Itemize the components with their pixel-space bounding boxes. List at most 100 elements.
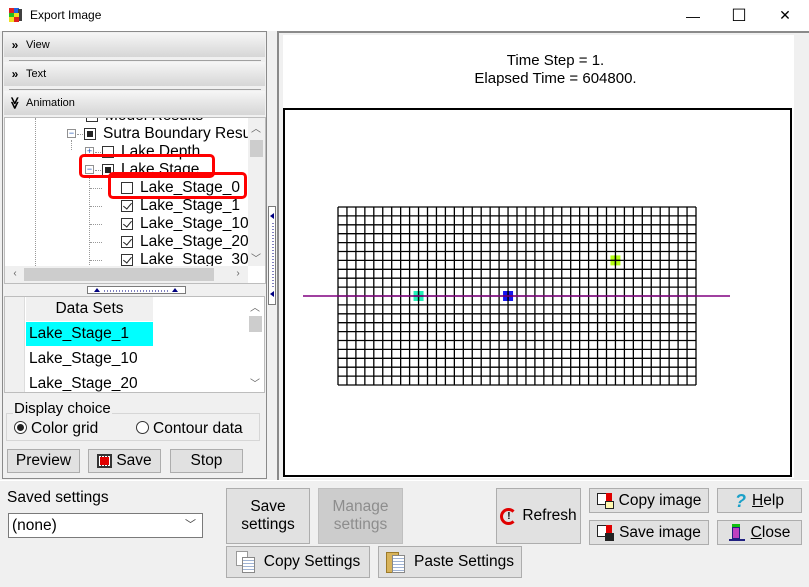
elapsed-time-text: Elapsed Time = 604800.: [474, 70, 637, 87]
row-indicator-column: [5, 297, 25, 392]
copy-settings-button[interactable]: Copy Settings: [226, 546, 370, 578]
close-window-button[interactable]: ✕: [762, 0, 808, 31]
preview-button[interactable]: Preview: [7, 449, 80, 473]
help-button[interactable]: ? Help: [717, 488, 802, 513]
scroll-left-icon[interactable]: ‹: [7, 268, 23, 279]
double-chevron-right-icon: »: [11, 67, 19, 81]
saved-settings-dropdown[interactable]: (none) ﹀: [8, 513, 203, 538]
datasets-scrollbar[interactable]: ︿ ﹀: [247, 297, 264, 392]
scroll-thumb[interactable]: [249, 316, 262, 332]
scroll-right-icon[interactable]: ›: [230, 268, 246, 279]
refresh-icon: !: [500, 507, 518, 525]
stop-button[interactable]: Stop: [170, 449, 243, 473]
tree-vertical-scrollbar[interactable]: ︿ ﹀: [248, 118, 265, 266]
divider: [9, 60, 261, 61]
scroll-thumb[interactable]: [24, 268, 214, 281]
copy-image-button[interactable]: Copy image: [589, 488, 709, 513]
tree-line: [77, 134, 83, 135]
minimize-icon: —: [686, 7, 700, 24]
category-label: Animation: [26, 97, 75, 109]
radio-label: Color grid: [31, 420, 99, 437]
category-view[interactable]: » View: [4, 33, 265, 57]
tree-item-label: Lake_Stage_1: [140, 197, 240, 214]
button-label: Close: [751, 524, 791, 542]
paste-settings-button[interactable]: Paste Settings: [378, 546, 522, 578]
horizontal-splitter[interactable]: [87, 286, 186, 294]
dataset-row[interactable]: Lake_Stage_20: [26, 372, 153, 392]
tree-line: [95, 152, 101, 153]
tree-line: [90, 224, 102, 225]
tree-item[interactable]: Lake_Stage_20: [90, 233, 260, 251]
scroll-down-icon[interactable]: ﹀: [247, 375, 263, 390]
datasets-column-header[interactable]: Data Sets: [26, 297, 153, 321]
mnemonic: H: [752, 491, 764, 509]
close-button[interactable]: Close: [717, 520, 802, 545]
save-image-icon: [597, 524, 615, 541]
button-label: settings: [333, 516, 388, 533]
tree-horizontal-scrollbar[interactable]: ‹ ›: [5, 266, 248, 283]
radio-selected-icon: [14, 421, 27, 434]
title-bar: Export Image — ☐ ✕: [0, 0, 809, 31]
radio-contour-data[interactable]: Contour data: [136, 420, 261, 438]
divider: [9, 89, 261, 90]
stop-button-label: Stop: [190, 452, 223, 469]
dataset-row[interactable]: Lake_Stage_10: [26, 347, 153, 371]
collapse-icon[interactable]: −: [67, 129, 76, 138]
radio-color-grid[interactable]: Color grid: [14, 420, 129, 438]
button-label: Save image: [619, 523, 701, 541]
scroll-up-icon[interactable]: ︿: [248, 120, 264, 135]
manage-settings-button[interactable]: Manage settings: [318, 488, 403, 544]
checkbox[interactable]: [86, 118, 98, 122]
refresh-button[interactable]: ! Refresh: [496, 488, 581, 544]
tree-line: [90, 188, 102, 189]
save-settings-button[interactable]: Save settings: [226, 488, 310, 544]
category-label: View: [26, 39, 50, 51]
scroll-up-icon[interactable]: ︿: [247, 299, 263, 314]
tree-line: [90, 260, 102, 261]
checkbox[interactable]: [121, 236, 133, 248]
tree-item-label: Lake_Stage_20: [140, 233, 249, 250]
minimize-button[interactable]: —: [670, 0, 716, 31]
button-label: Save: [250, 498, 286, 515]
maximize-button[interactable]: ☐: [716, 0, 762, 31]
button-label: Paste Settings: [414, 553, 514, 570]
checkbox[interactable]: [121, 200, 133, 212]
app-icon: [9, 8, 23, 22]
clipboard-icon: [386, 551, 406, 573]
chevron-down-icon: ﹀: [185, 519, 196, 531]
preview-button-label: Preview: [15, 452, 72, 469]
dataset-row[interactable]: Lake_Stage_1: [26, 322, 153, 346]
help-icon: ?: [735, 490, 747, 511]
save-image-button[interactable]: Save image: [589, 520, 709, 545]
saved-settings-value: (none): [12, 517, 57, 534]
tree-line: [90, 206, 102, 207]
tree-line: [35, 118, 36, 268]
button-label: Copy image: [618, 491, 702, 509]
tree-item[interactable]: − Sutra Boundary Resu: [67, 125, 257, 143]
datasets-grid[interactable]: Data Sets Lake_Stage_1 Lake_Stage_10 Lak…: [4, 296, 265, 393]
close-icon: ✕: [779, 7, 791, 23]
door-exit-icon: [728, 524, 745, 541]
scroll-thumb[interactable]: [250, 140, 263, 157]
category-text[interactable]: » Text: [4, 62, 265, 86]
vertical-splitter[interactable]: [268, 206, 276, 305]
checkbox[interactable]: [84, 128, 96, 140]
tree-item[interactable]: Lake_Stage_10: [90, 215, 260, 233]
tree-item[interactable]: Lake_Stage_1: [90, 197, 260, 215]
category-animation[interactable]: ≫ Animation: [4, 91, 265, 115]
button-label: Copy Settings: [263, 553, 361, 570]
tree-item-label: Model Results: [105, 118, 203, 125]
film-strip-icon: [97, 454, 113, 468]
data-tree[interactable]: Model Results − Sutra Boundary Resu + La…: [4, 117, 266, 284]
button-label: Manage: [332, 498, 389, 515]
save-button-label: Save: [116, 452, 152, 469]
copy-image-icon: [596, 492, 615, 509]
button-label: Help: [752, 492, 784, 510]
button-label: settings: [241, 516, 295, 533]
copy-pages-icon: [235, 551, 256, 573]
tree-item-label: Lake_Stage_10: [140, 215, 249, 232]
checkbox[interactable]: [121, 254, 133, 266]
scroll-down-icon[interactable]: ﹀: [248, 250, 264, 265]
checkbox[interactable]: [121, 218, 133, 230]
save-animation-button[interactable]: Save: [88, 449, 161, 473]
